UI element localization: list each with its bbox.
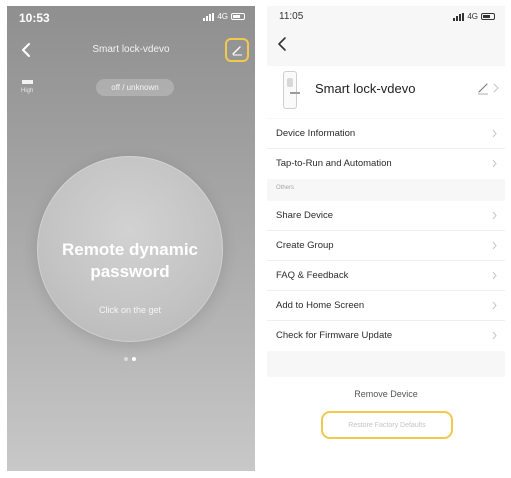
row-label: FAQ & Feedback [276, 270, 349, 281]
chevron-right-icon [493, 83, 499, 93]
chevron-right-icon [492, 241, 497, 250]
page-dot-active[interactable] [132, 357, 136, 361]
chevron-right-icon [492, 301, 497, 310]
row-label: Device Information [276, 128, 356, 139]
network-type: 4G [467, 12, 478, 21]
circle-title-line1: Remote dynamic [61, 240, 199, 259]
circle-title-line2: password [90, 262, 170, 281]
row-create-group[interactable]: Create Group [267, 231, 505, 261]
status-bar: 11:05 4G [267, 6, 505, 30]
others-group: Share Device Create Group FAQ & Feedback… [267, 201, 505, 351]
battery-icon [481, 13, 495, 20]
edit-pencil-icon [232, 46, 242, 56]
status-time: 11:05 [279, 11, 304, 22]
circle-title: Remote dynamic password [37, 239, 223, 283]
device-settings-group: Device Information Tap-to-Run and Automa… [267, 119, 505, 179]
battery-label: High [21, 88, 34, 94]
chevron-right-icon [492, 211, 497, 220]
edit-pencil-icon[interactable] [476, 81, 490, 95]
chevron-right-icon [492, 271, 497, 280]
restore-area: Restore Factory Defaults [267, 411, 505, 471]
remove-device-button[interactable]: Remove Device [267, 377, 505, 411]
signal-icon [203, 12, 215, 21]
status-pill: off / unknown [96, 79, 174, 96]
lock-device-icon [283, 71, 300, 109]
circle-subtitle: Click on the get [98, 305, 162, 315]
battery-indicator: High [21, 80, 33, 94]
row-label: Add to Home Screen [276, 300, 365, 311]
status-bar: 10:53 4G [7, 6, 255, 30]
row-label: Share Device [276, 210, 334, 221]
restore-factory-defaults-button[interactable]: Restore Factory Defaults [321, 411, 453, 439]
device-header[interactable]: Smart lock-vdevo [267, 66, 505, 118]
device-name: Smart lock-vdevo [315, 81, 416, 96]
section-label-others: Others [276, 185, 295, 191]
row-label: Tap-to-Run and Automation [276, 158, 392, 169]
edit-button[interactable] [225, 38, 249, 62]
battery-icon [231, 13, 245, 20]
signal-icon [453, 12, 465, 21]
row-label: Check for Firmware Update [276, 330, 393, 341]
left-phone-screen: 10:53 4G Smart lock-vdevo High off / unk… [7, 6, 255, 471]
row-faq-feedback[interactable]: FAQ & Feedback [267, 261, 505, 291]
row-tap-to-run[interactable]: Tap-to-Run and Automation [267, 149, 505, 179]
row-device-information[interactable]: Device Information [267, 119, 505, 149]
remote-password-button[interactable]: Remote dynamic password Click on the get [37, 156, 223, 342]
row-share-device[interactable]: Share Device [267, 201, 505, 231]
back-arrow-icon[interactable] [275, 35, 289, 53]
status-indicators: 4G [453, 12, 495, 21]
row-label: Create Group [276, 240, 334, 251]
page-title: Smart lock-vdevo [92, 44, 170, 55]
chevron-right-icon [492, 331, 497, 340]
page-indicator [124, 357, 136, 361]
page-dot[interactable] [124, 357, 128, 361]
chevron-right-icon [492, 129, 497, 138]
battery-level-icon [22, 80, 33, 84]
status-time: 10:53 [19, 11, 50, 25]
chevron-right-icon [492, 159, 497, 168]
row-check-firmware-update[interactable]: Check for Firmware Update [267, 321, 505, 351]
right-phone-screen: 11:05 4G Smart lock-vdevo Device Informa… [267, 6, 505, 471]
network-type: 4G [217, 12, 228, 21]
nav-bar: Smart lock-vdevo [7, 38, 255, 62]
status-indicators: 4G [203, 12, 245, 21]
row-add-to-home-screen[interactable]: Add to Home Screen [267, 291, 505, 321]
